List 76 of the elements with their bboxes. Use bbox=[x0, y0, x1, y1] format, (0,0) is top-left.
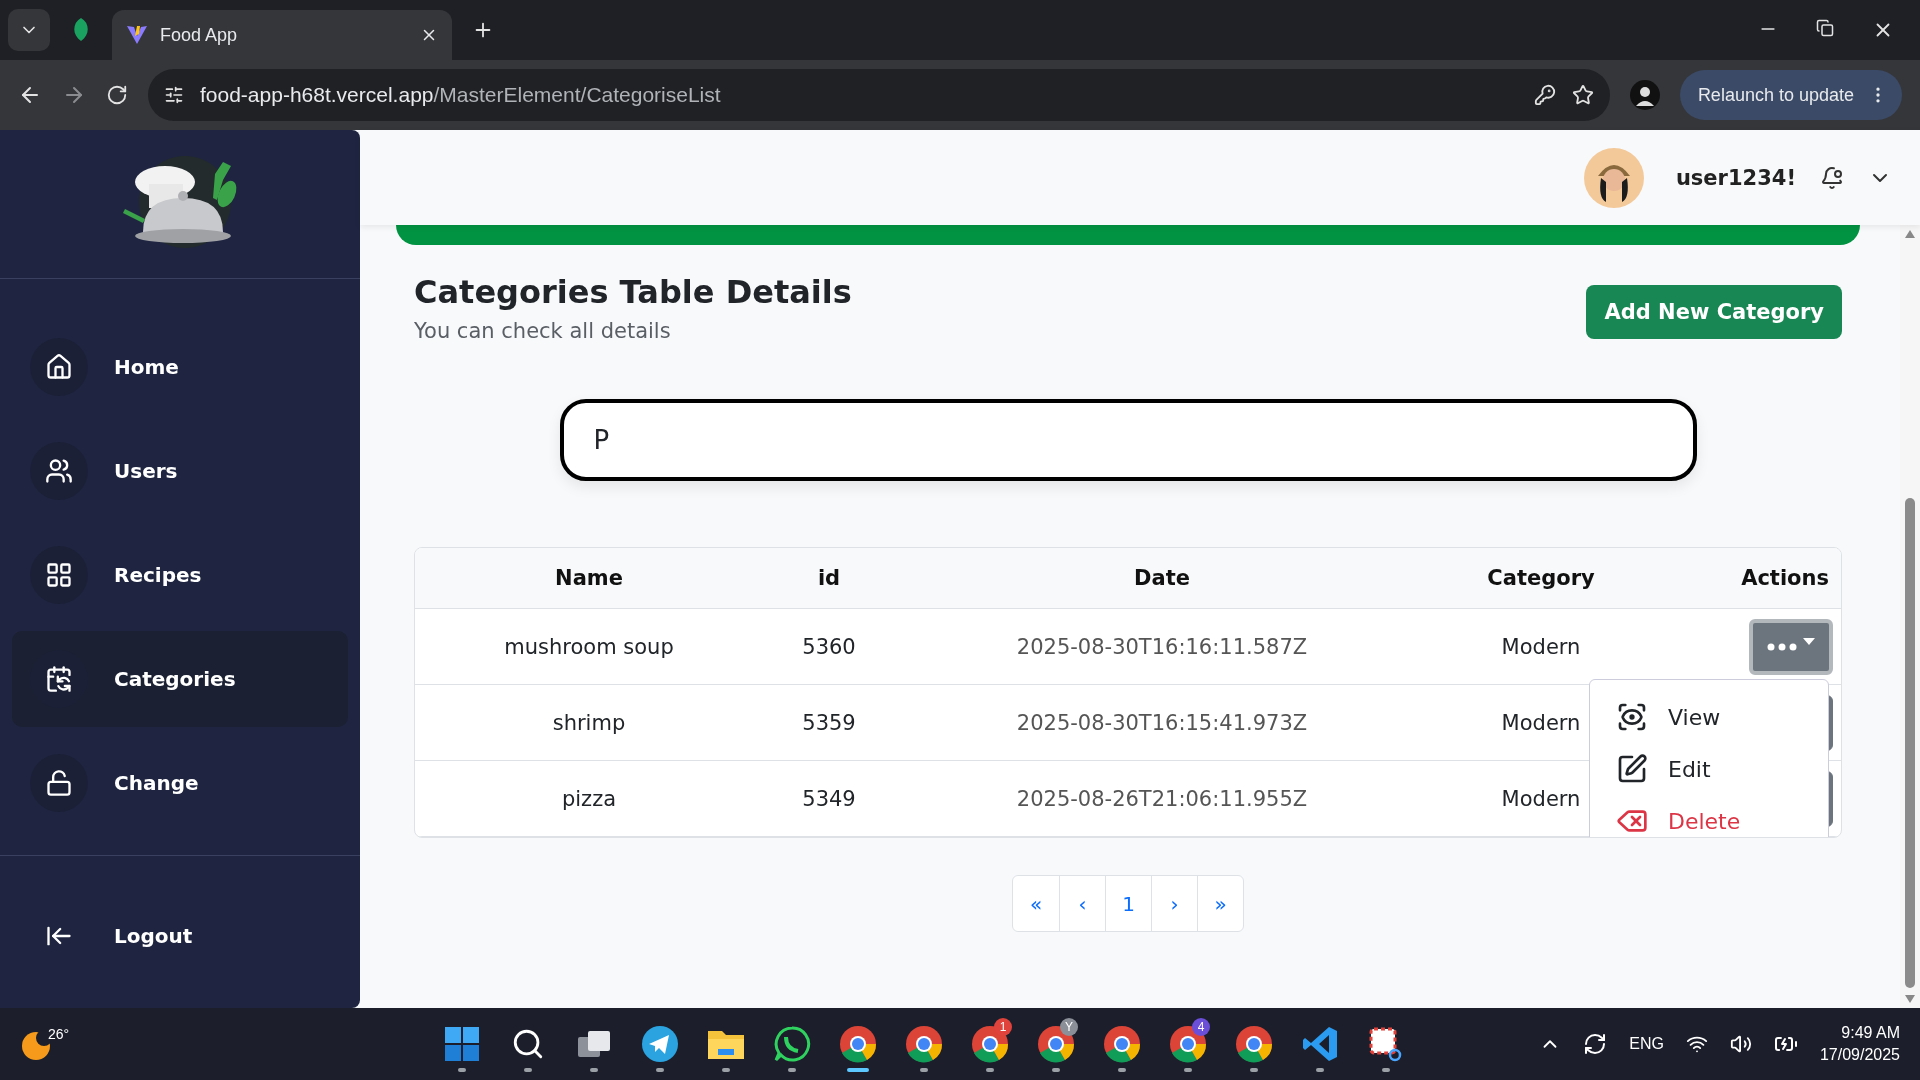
scroll-down-icon[interactable] bbox=[1904, 994, 1916, 1004]
url-text: food-app-h68t.vercel.app/MasterElement/CategoriseList bbox=[200, 83, 722, 107]
scrollbar-thumb[interactable] bbox=[1905, 498, 1915, 988]
site-settings-icon[interactable] bbox=[164, 85, 184, 105]
page-link[interactable]: › bbox=[1151, 876, 1197, 931]
sidebar-item[interactable]: Home bbox=[12, 319, 348, 415]
sidebar-item[interactable]: Recipes bbox=[12, 527, 348, 623]
code-editor-icon[interactable] bbox=[1301, 1025, 1339, 1063]
actions-dropdown-button[interactable] bbox=[1749, 618, 1833, 675]
relaunch-button[interactable]: Relaunch to update bbox=[1679, 70, 1902, 120]
page-link[interactable]: » bbox=[1197, 876, 1243, 931]
scroll-up-icon[interactable] bbox=[1904, 229, 1916, 239]
bookmark-star-icon[interactable] bbox=[1571, 84, 1594, 106]
table-cell: 2025-08-30T16:15:41.973Z bbox=[1016, 710, 1308, 735]
browser-icon[interactable] bbox=[905, 1025, 943, 1063]
caret-icon bbox=[1803, 637, 1815, 646]
table-cell: Modern bbox=[1501, 786, 1581, 811]
task-view-icon[interactable] bbox=[576, 1029, 612, 1059]
language-indicator[interactable]: ENG bbox=[1629, 1035, 1664, 1053]
key-icon[interactable] bbox=[1533, 84, 1556, 106]
page-link[interactable]: ‹ bbox=[1059, 876, 1105, 931]
column-header: Date bbox=[1133, 566, 1191, 590]
add-category-button[interactable]: Add New Category bbox=[1586, 285, 1842, 339]
table-cell: Modern bbox=[1501, 634, 1581, 659]
page-link[interactable]: « bbox=[1013, 876, 1059, 931]
browser-icon[interactable] bbox=[1235, 1025, 1273, 1063]
edit-icon bbox=[1616, 753, 1648, 785]
view-icon bbox=[1616, 701, 1648, 733]
logout-item[interactable]: Logout bbox=[12, 888, 348, 984]
column-header: Actions bbox=[1740, 566, 1830, 590]
username: user1234! bbox=[1675, 165, 1796, 190]
chat-bubble-icon[interactable] bbox=[773, 1025, 811, 1063]
table-cell: shrimp bbox=[552, 710, 626, 735]
table-cell: 2025-08-26T21:06:11.955Z bbox=[1016, 786, 1308, 811]
table-cell: mushroom soup bbox=[504, 634, 674, 659]
notification-badge: Y bbox=[1060, 1018, 1078, 1036]
sidebar-item[interactable]: Change bbox=[12, 735, 348, 831]
column-header: Name bbox=[554, 566, 624, 590]
sync-icon[interactable] bbox=[1583, 1032, 1608, 1056]
menu-item[interactable]: Delete bbox=[1590, 798, 1828, 837]
clock[interactable]: 9:49 AM 17/09/2025 bbox=[1819, 1022, 1900, 1066]
page-link[interactable]: 1 bbox=[1105, 876, 1151, 931]
user-avatar[interactable] bbox=[1583, 147, 1644, 208]
search-field[interactable]: P bbox=[559, 399, 1697, 481]
menu-item[interactable]: Edit bbox=[1590, 746, 1828, 792]
reload-icon[interactable] bbox=[106, 84, 128, 106]
windows-start-icon[interactable] bbox=[444, 1026, 480, 1062]
column-header: Category bbox=[1486, 566, 1596, 590]
sidebar-item[interactable]: Categories bbox=[12, 631, 348, 727]
browser-icon[interactable] bbox=[839, 1025, 877, 1063]
browser-icon[interactable] bbox=[1103, 1025, 1141, 1063]
notification-badge: 1 bbox=[994, 1018, 1012, 1036]
notification-bell-icon[interactable] bbox=[1820, 165, 1844, 190]
volume-icon[interactable] bbox=[1729, 1033, 1752, 1055]
table-cell: 5360 bbox=[802, 634, 856, 659]
page-title: Categories Table Details bbox=[414, 273, 852, 311]
table-cell: Modern bbox=[1501, 710, 1581, 735]
menu-item[interactable]: View bbox=[1590, 694, 1828, 740]
table-cell: 5359 bbox=[802, 710, 856, 735]
search-icon[interactable] bbox=[511, 1027, 545, 1061]
tab-title: Food App bbox=[160, 24, 239, 46]
table-cell: 5349 bbox=[802, 786, 856, 811]
page-subtitle: You can check all details bbox=[414, 319, 672, 343]
paper-plane-icon[interactable] bbox=[641, 1025, 679, 1063]
table-cell: 2025-08-30T16:16:11.587Z bbox=[1016, 634, 1308, 659]
sidebar-item[interactable]: Users bbox=[12, 423, 348, 519]
column-header: id bbox=[816, 566, 842, 590]
profile-avatar-icon[interactable] bbox=[1629, 80, 1660, 110]
table-cell: pizza bbox=[561, 786, 617, 811]
lightning-logo-icon bbox=[126, 24, 148, 46]
browser-tab[interactable]: Food App bbox=[112, 10, 452, 60]
temperature: 26° bbox=[48, 1026, 70, 1042]
notification-badge: 4 bbox=[1192, 1018, 1210, 1036]
restore-icon[interactable] bbox=[1816, 19, 1834, 37]
address-bar[interactable]: food-app-h68t.vercel.app/MasterElement/CategoriseList bbox=[148, 69, 1610, 121]
ellipsis-icon bbox=[1767, 642, 1797, 651]
